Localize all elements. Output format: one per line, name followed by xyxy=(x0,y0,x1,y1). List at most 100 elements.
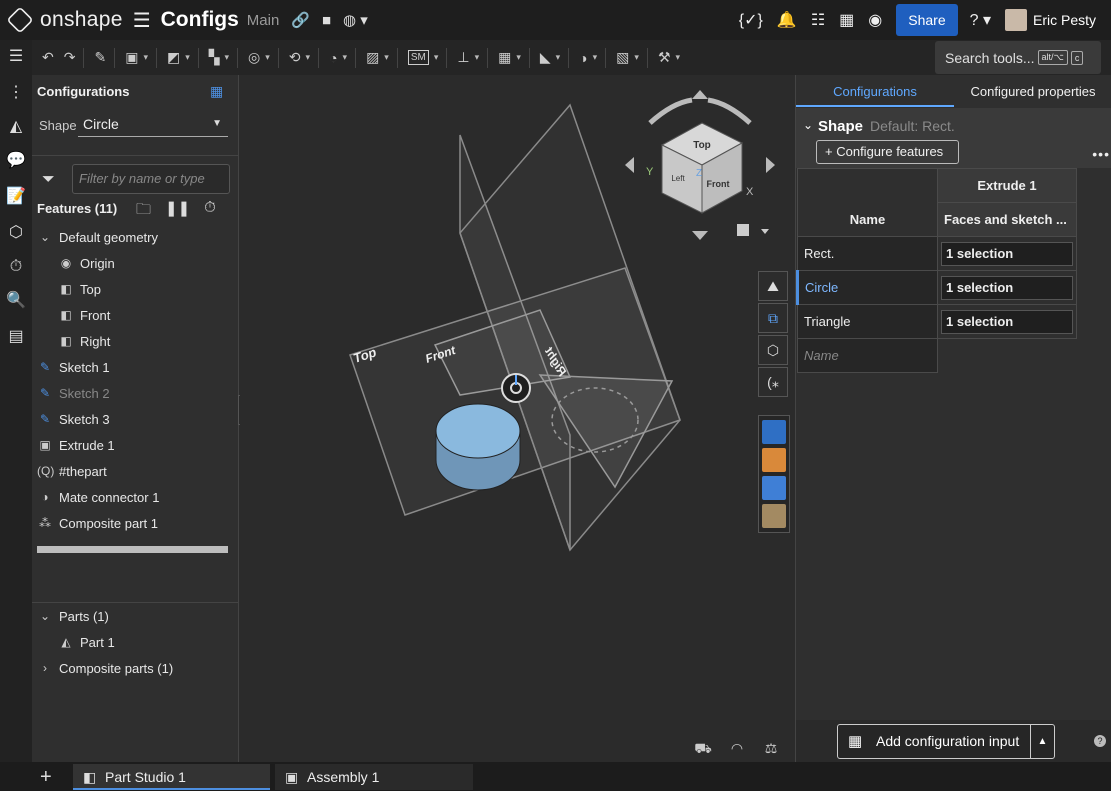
planes-toggle-icon[interactable] xyxy=(762,448,786,472)
weldment-icon[interactable]: ⚒ ▾ xyxy=(658,49,680,66)
app-store-icon[interactable]: ▦ xyxy=(839,10,854,30)
config-row-name[interactable]: Triangle xyxy=(797,304,938,339)
display-states-icon[interactable]: ⧉ xyxy=(758,303,788,333)
tree-item-composite-part-1[interactable]: ⁂ Composite part 1 xyxy=(37,512,158,534)
folder-icon[interactable]: ■ xyxy=(322,12,331,29)
menu-icon[interactable]: ☰ xyxy=(133,8,151,33)
config-row-name[interactable]: Circle xyxy=(796,270,938,305)
comment-icon[interactable]: 💬 xyxy=(5,150,27,172)
tree-item-extrude-1[interactable]: ▣ Extrude 1 xyxy=(37,434,114,456)
roll-right-arrow[interactable] xyxy=(707,97,752,125)
surface-icon[interactable]: ▦ ▾ xyxy=(498,49,521,66)
stopwatch-icon[interactable]: ⏱ xyxy=(204,199,216,224)
graphics-viewport[interactable]: Top Left Front X Y Z Top Front Right xyxy=(240,75,795,762)
notes-icon[interactable]: 📝 xyxy=(5,186,27,208)
add-tab-icon[interactable]: + xyxy=(40,766,52,789)
measure-icon[interactable]: ◑ ▾ xyxy=(579,50,597,66)
tree-item-thepart[interactable]: (Q) #thepart xyxy=(37,460,107,482)
transform-icon[interactable]: ⟲ ▾ xyxy=(289,49,310,66)
sheet-metal-icon[interactable]: SM ▾ xyxy=(407,50,438,65)
rotate-left-arrow[interactable] xyxy=(625,157,634,173)
parts-toggle-icon[interactable] xyxy=(762,476,786,500)
plane-icon[interactable]: ▨ ▾ xyxy=(366,49,389,66)
rotate-up-arrow[interactable] xyxy=(692,90,708,99)
add-variable-icon[interactable]: ⋮ xyxy=(5,82,27,104)
rollback-bar[interactable] xyxy=(37,546,228,553)
selection-cell[interactable]: 1 selection xyxy=(941,275,1073,300)
rotate-right-arrow[interactable] xyxy=(766,157,775,173)
tab-assembly-1[interactable]: ▣ Assembly 1 xyxy=(275,764,473,790)
redo-icon[interactable]: ↷ xyxy=(64,49,76,66)
onshape-logo[interactable]: onshape xyxy=(6,6,133,34)
filter-input[interactable]: Filter by name or type xyxy=(72,164,230,194)
appearance-icon[interactable]: ◭ xyxy=(5,116,27,138)
boolean-icon[interactable]: ◎ ▾ xyxy=(248,49,270,66)
mate-connector-icon[interactable]: ◔ ▾ xyxy=(329,50,347,66)
table-row[interactable]: Circle 1 selection xyxy=(796,270,1077,305)
globe-icon[interactable]: ◍ ▾ xyxy=(343,11,368,29)
add-folder-icon[interactable]: 🗀 xyxy=(136,199,151,224)
add-configuration-input-button[interactable]: ▦ Add configuration input ▲ xyxy=(837,724,1055,759)
selection-cell[interactable]: 1 selection xyxy=(941,241,1073,266)
checklist-icon[interactable]: ☷ xyxy=(811,10,825,30)
bell-icon[interactable]: 🔔 xyxy=(777,10,797,30)
section-view-icon[interactable]: ⬡ xyxy=(758,335,788,365)
rotate-down-arrow[interactable] xyxy=(692,231,708,240)
sketch-icon[interactable]: ✎ xyxy=(94,49,106,66)
sketches-toggle-icon[interactable] xyxy=(762,420,786,444)
inspect-icon[interactable]: 🔍 xyxy=(5,290,27,312)
selection-cell[interactable]: 1 selection xyxy=(941,309,1073,334)
share-button[interactable]: Share xyxy=(896,4,958,36)
branch-name[interactable]: Main xyxy=(247,12,280,29)
parts-group[interactable]: ⌄ Parts (1) xyxy=(37,605,109,627)
section-icon[interactable]: ▧ ▾ xyxy=(616,49,639,66)
configuration-table-icon[interactable]: ▦ xyxy=(210,83,228,101)
configure-features-button[interactable]: + Configure features xyxy=(816,140,959,164)
pattern-icon[interactable]: ▚ ▾ xyxy=(209,49,229,66)
mass-properties-icon[interactable]: ⛟ xyxy=(692,740,714,759)
composite-parts-group[interactable]: › Composite parts (1) xyxy=(37,657,173,679)
table-row[interactable]: Name xyxy=(797,338,1077,373)
render-mode-icon[interactable]: ⛰ xyxy=(758,271,788,301)
config-row-name[interactable]: Rect. xyxy=(797,236,938,271)
parts-icon[interactable]: ⬡ xyxy=(5,222,27,244)
roll-left-arrow[interactable] xyxy=(648,97,693,125)
list-icon[interactable]: ▤ xyxy=(5,326,27,348)
learning-icon[interactable]: ◉ xyxy=(868,10,882,30)
view-options-dropdown[interactable] xyxy=(737,224,769,236)
balance-icon[interactable]: ⚖ xyxy=(760,740,782,759)
exploded-view-icon[interactable]: (⁎ xyxy=(758,367,788,397)
help-icon[interactable]: ? ▾ xyxy=(970,10,991,30)
feature-list-icon[interactable]: ☰ xyxy=(5,46,27,68)
tree-item-mate-connector-1[interactable]: ◑ Mate connector 1 xyxy=(37,486,159,508)
tree-item-sketch-1[interactable]: ✎ Sketch 1 xyxy=(37,356,110,378)
table-row[interactable]: Rect. 1 selection xyxy=(797,236,1077,271)
tree-item-right[interactable]: ◧ Right xyxy=(58,330,110,352)
link-icon[interactable]: 🔗 xyxy=(291,11,310,29)
timer-icon[interactable]: ⏱ xyxy=(5,256,27,278)
tab-configurations[interactable]: Configurations xyxy=(796,75,954,107)
pause-icon[interactable]: ❚❚ xyxy=(165,199,190,224)
chevron-up-icon[interactable]: ▲ xyxy=(1030,725,1054,758)
tree-group-default-geometry[interactable]: ⌄ Default geometry xyxy=(37,226,158,248)
extruded-part[interactable] xyxy=(435,403,521,491)
composite-toggle-icon[interactable] xyxy=(762,504,786,528)
new-config-name-input[interactable]: Name xyxy=(797,338,938,373)
filter-icon[interactable]: ⏷ xyxy=(42,171,55,189)
avatar[interactable] xyxy=(1004,9,1027,31)
part-item[interactable]: ◭ Part 1 xyxy=(58,631,114,653)
fillet-icon[interactable]: ◩ ▾ xyxy=(167,49,190,66)
shape-select[interactable]: Circle ▼ xyxy=(78,113,228,137)
tab-configured-properties[interactable]: Configured properties xyxy=(954,75,1111,107)
frames-icon[interactable]: ⊥ ▾ xyxy=(457,49,479,66)
more-options-icon[interactable]: ••• xyxy=(1092,146,1110,162)
measure-icon[interactable]: ◠ xyxy=(726,740,748,759)
tree-item-origin[interactable]: ◉ Origin xyxy=(58,252,115,274)
view-cube[interactable]: Top Left Front X Y Z xyxy=(646,122,754,214)
help-icon[interactable]: ? xyxy=(1094,735,1106,747)
search-tools-button[interactable]: Search tools... alt/⌥ c xyxy=(935,41,1101,74)
tree-item-sketch-2[interactable]: ✎ Sketch 2 xyxy=(37,382,110,404)
document-title[interactable]: Configs xyxy=(161,8,239,32)
tree-item-top[interactable]: ◧ Top xyxy=(58,278,101,300)
tab-part-studio-1[interactable]: ◧ Part Studio 1 xyxy=(73,764,270,790)
